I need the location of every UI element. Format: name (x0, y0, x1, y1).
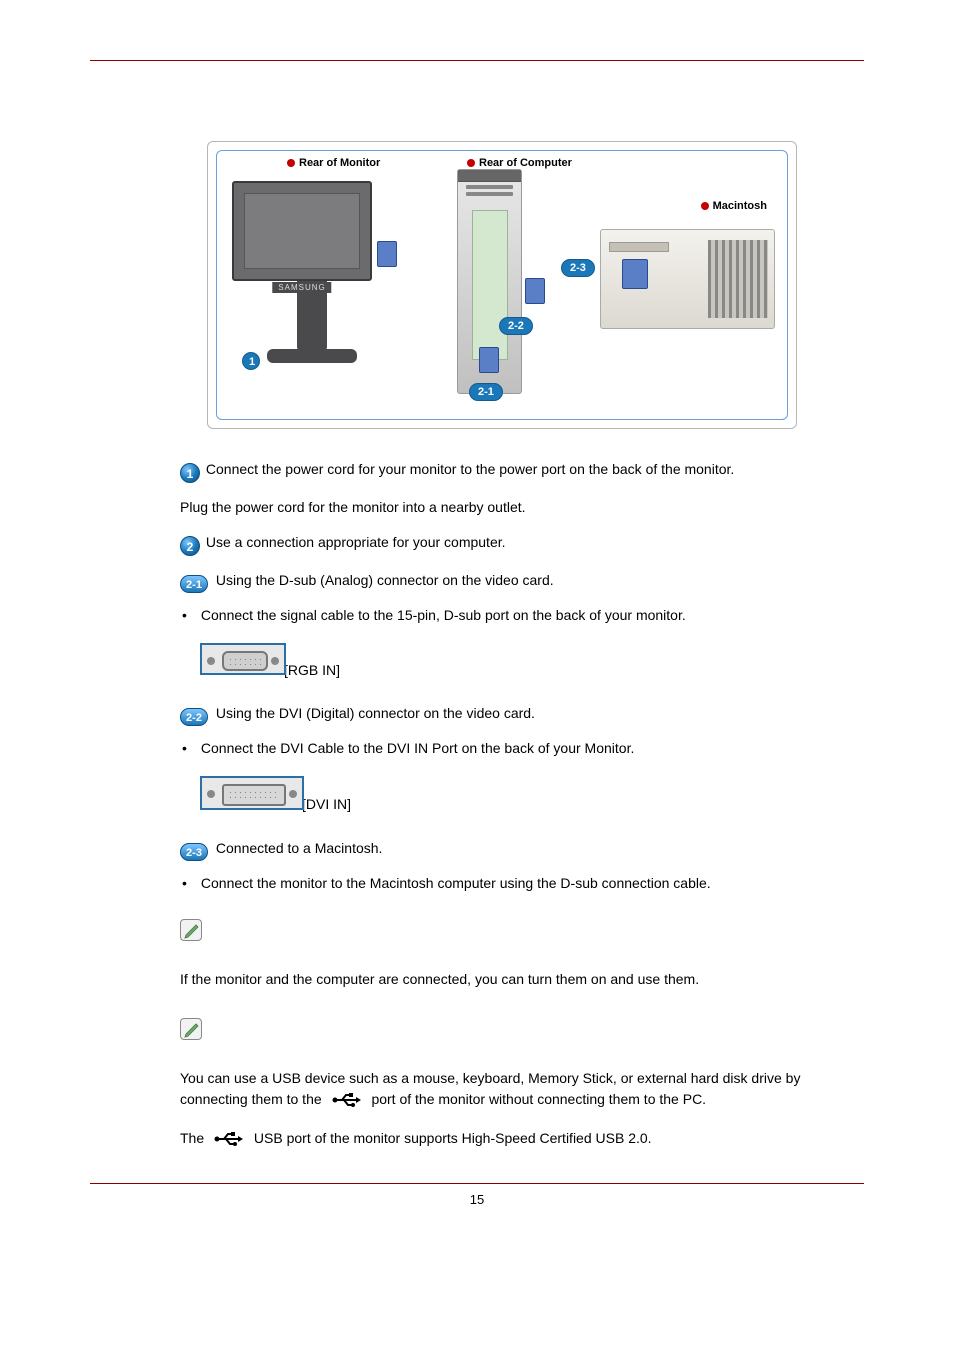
pill-2-2: 2-2 (180, 708, 208, 726)
step-2-text: Use a connection appropriate for your co… (206, 534, 506, 550)
label-macintosh: Macintosh (713, 200, 767, 212)
label-rear-monitor: Rear of Monitor (299, 157, 380, 169)
vga-plug-icon (525, 278, 545, 304)
callout-2-1: 2-1 (469, 383, 503, 401)
vga-plug-icon (377, 241, 397, 267)
callout-2-3: 2-3 (561, 259, 595, 277)
top-rule (90, 60, 864, 61)
step-2-3-text: Connected to a Macintosh. (212, 840, 382, 856)
step-number-2: 2 (180, 536, 200, 556)
bullet-2-1: Connect the signal cable to the 15-pin, … (180, 607, 824, 623)
dvi-port-label: [DVI IN] (302, 796, 351, 812)
connection-diagram: Rear of Monitor Rear of Computer Macinto… (207, 141, 797, 429)
vga-plug-icon (479, 347, 499, 373)
bullet-2-3: Connect the monitor to the Macintosh com… (180, 875, 824, 891)
note-2b-text: port of the monitor without connecting t… (371, 1091, 706, 1107)
bullet-2-2: Connect the DVI Cable to the DVI IN Port… (180, 740, 824, 756)
content-area: Rear of Monitor Rear of Computer Macinto… (180, 141, 824, 1153)
bullet-icon (467, 159, 475, 167)
callout-2-2: 2-2 (499, 317, 533, 335)
rgb-port-icon (200, 643, 286, 675)
usb-icon (332, 1092, 362, 1114)
note-3a-text: The (180, 1130, 208, 1146)
step-1b-text: Plug the power cord for the monitor into… (180, 497, 824, 518)
dvi-port-icon (200, 776, 304, 810)
callout-1: 1 (242, 352, 260, 370)
step-2-1-text: Using the D-sub (Analog) connector on th… (212, 572, 554, 588)
page-number: 15 (90, 1192, 864, 1207)
monitor-graphic: SAMSUNG (232, 181, 392, 381)
vga-plug-icon (622, 259, 648, 289)
pill-2-1: 2-1 (180, 575, 208, 593)
bottom-rule (90, 1183, 864, 1184)
note-icon (180, 1018, 202, 1040)
bullet-icon (287, 159, 295, 167)
brand-label: SAMSUNG (272, 282, 331, 293)
note-1-text: If the monitor and the computer are conn… (180, 969, 824, 990)
pill-2-3: 2-3 (180, 843, 208, 861)
step-1-text: Connect the power cord for your monitor … (206, 461, 734, 477)
bullet-icon (701, 202, 709, 210)
step-number-1: 1 (180, 463, 200, 483)
step-2-2-text: Using the DVI (Digital) connector on the… (212, 705, 535, 721)
note-3b-text: USB port of the monitor supports High-Sp… (254, 1130, 652, 1146)
note-icon (180, 919, 202, 941)
rgb-port-label: [RGB IN] (284, 662, 340, 678)
label-rear-computer: Rear of Computer (479, 157, 572, 169)
usb-icon (214, 1131, 244, 1153)
